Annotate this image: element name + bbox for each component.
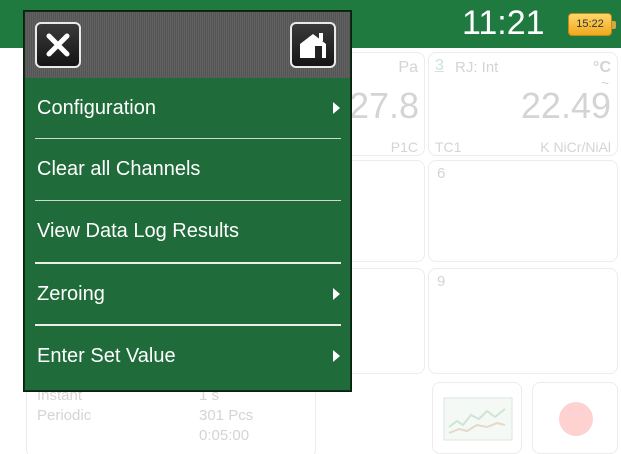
menu-item-zeroing[interactable]: Zeroing	[25, 264, 350, 324]
channel-card-6: 6	[428, 160, 618, 262]
close-button[interactable]	[35, 22, 81, 68]
menu-item-configuration[interactable]: Configuration	[25, 78, 350, 138]
channel-unit: Pa	[398, 59, 418, 76]
channel-index: 3	[435, 57, 444, 74]
menu-item-label: Zeroing	[37, 282, 105, 305]
submenu-arrow-icon	[333, 350, 340, 362]
home-icon	[300, 33, 326, 58]
close-icon	[46, 33, 70, 57]
home-button[interactable]	[290, 22, 336, 68]
channel-index: 9	[437, 273, 446, 290]
battery-tip	[612, 21, 616, 29]
menu-item-view-data-log-results[interactable]: View Data Log Results	[25, 201, 350, 261]
channel-rj: RJ: Int	[455, 59, 499, 76]
log-periodic-value: 301 Pcs	[199, 407, 254, 424]
channel-value: 22.49	[520, 85, 611, 126]
channel-sensor-type: K NiCr/NiAl	[540, 139, 611, 155]
context-menu: Configuration Clear all Channels View Da…	[24, 11, 351, 391]
menu-item-label: View Data Log Results	[37, 219, 239, 242]
record-icon	[559, 402, 593, 436]
channel-card-tc1: 3 RJ: Int °C ~ 22.49 TC1 K NiCr/NiAl	[428, 52, 618, 156]
clock: 11:21	[462, 4, 545, 42]
battery-indicator: 15:22	[568, 13, 616, 36]
battery-time: 15:22	[576, 18, 604, 30]
channel-card-9: 9	[428, 268, 618, 374]
channel-index: 6	[437, 165, 446, 182]
submenu-arrow-icon	[333, 102, 340, 114]
menu-header	[25, 12, 350, 78]
channel-label: TC1	[435, 139, 462, 155]
menu-item-enter-set-value[interactable]: Enter Set Value	[25, 326, 350, 386]
channel-value: 27.8	[349, 85, 420, 126]
log-periodic-label: Periodic	[37, 407, 92, 424]
record-button[interactable]	[532, 382, 618, 454]
menu-item-label: Enter Set Value	[37, 344, 176, 367]
menu-item-label: Configuration	[37, 96, 156, 119]
chart-icon	[443, 397, 513, 441]
submenu-arrow-icon	[333, 288, 340, 300]
menu-item-clear-all-channels[interactable]: Clear all Channels	[25, 139, 350, 199]
menu-item-label: Clear all Channels	[37, 157, 201, 180]
channel-label: P1C	[390, 139, 418, 155]
chart-button[interactable]	[432, 382, 522, 454]
log-duration-value: 0:05:00	[199, 427, 250, 444]
